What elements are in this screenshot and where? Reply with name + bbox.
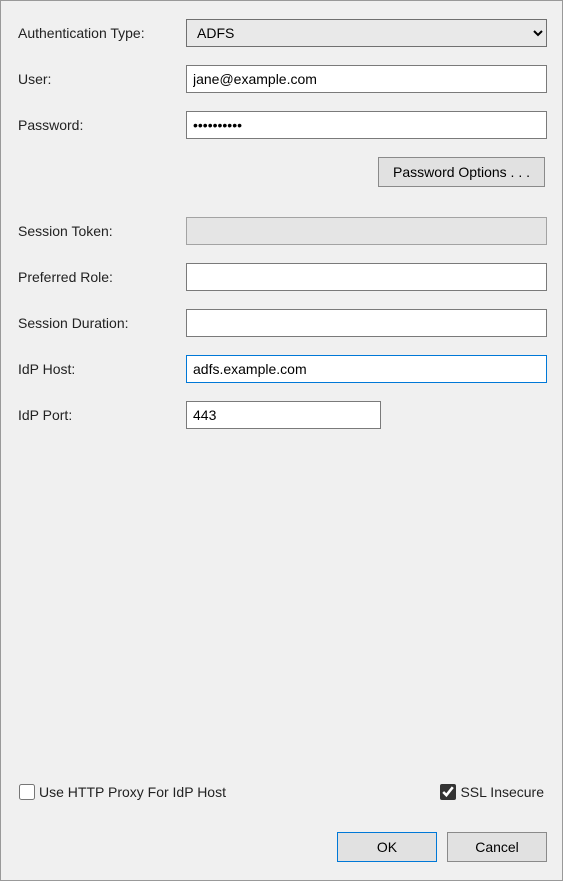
dialog-button-row: OK Cancel bbox=[337, 832, 547, 862]
session-duration-row: Session Duration: bbox=[16, 309, 547, 337]
checkbox-row: Use HTTP Proxy For IdP Host SSL Insecure bbox=[16, 784, 547, 800]
use-http-proxy-label[interactable]: Use HTTP Proxy For IdP Host bbox=[39, 784, 226, 800]
ok-button[interactable]: OK bbox=[337, 832, 437, 862]
idp-host-row: IdP Host: bbox=[16, 355, 547, 383]
session-token-row: Session Token: bbox=[16, 217, 547, 245]
preferred-role-input[interactable] bbox=[186, 263, 547, 291]
ssl-insecure-checkbox[interactable] bbox=[440, 784, 456, 800]
session-duration-input[interactable] bbox=[186, 309, 547, 337]
ssl-insecure-group: SSL Insecure bbox=[440, 784, 544, 800]
user-label: User: bbox=[16, 71, 186, 87]
idp-port-label: IdP Port: bbox=[16, 407, 186, 423]
auth-type-select[interactable]: ADFS bbox=[186, 19, 547, 47]
idp-port-input[interactable] bbox=[186, 401, 381, 429]
cancel-button[interactable]: Cancel bbox=[447, 832, 547, 862]
password-options-row: Password Options . . . bbox=[16, 157, 547, 187]
auth-type-label: Authentication Type: bbox=[16, 25, 186, 41]
session-duration-label: Session Duration: bbox=[16, 315, 186, 331]
user-row: User: bbox=[16, 65, 547, 93]
ssl-insecure-label[interactable]: SSL Insecure bbox=[460, 784, 544, 800]
password-input[interactable] bbox=[186, 111, 547, 139]
use-http-proxy-checkbox[interactable] bbox=[19, 784, 35, 800]
password-options-button[interactable]: Password Options . . . bbox=[378, 157, 545, 187]
session-token-input bbox=[186, 217, 547, 245]
idp-host-label: IdP Host: bbox=[16, 361, 186, 377]
auth-type-row: Authentication Type: ADFS bbox=[16, 19, 547, 47]
password-label: Password: bbox=[16, 117, 186, 133]
idp-port-row: IdP Port: bbox=[16, 401, 547, 429]
password-row: Password: bbox=[16, 111, 547, 139]
idp-host-input[interactable] bbox=[186, 355, 547, 383]
http-proxy-group: Use HTTP Proxy For IdP Host bbox=[19, 784, 226, 800]
user-input[interactable] bbox=[186, 65, 547, 93]
preferred-role-row: Preferred Role: bbox=[16, 263, 547, 291]
session-token-label: Session Token: bbox=[16, 223, 186, 239]
auth-settings-dialog: Authentication Type: ADFS User: Password… bbox=[0, 0, 563, 881]
preferred-role-label: Preferred Role: bbox=[16, 269, 186, 285]
